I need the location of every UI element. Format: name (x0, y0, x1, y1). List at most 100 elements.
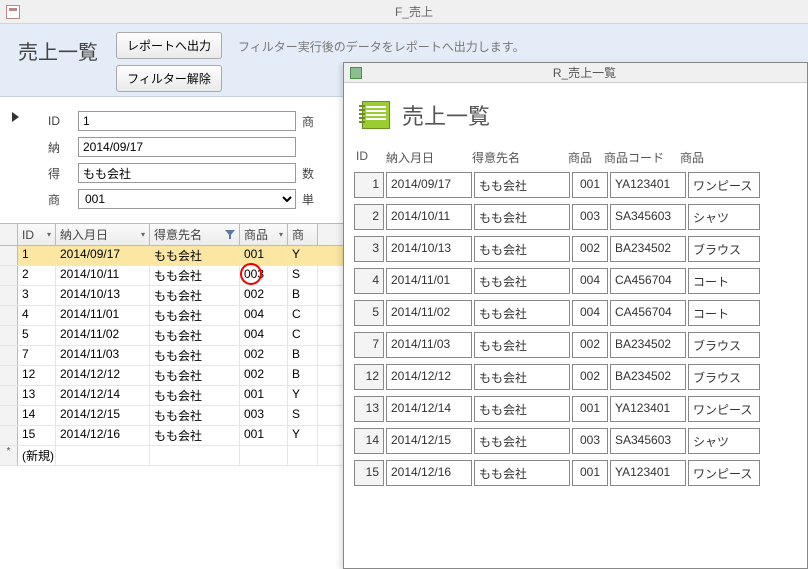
cell-id[interactable]: 4 (18, 306, 56, 325)
cell-cust[interactable]: もも会社 (150, 366, 240, 385)
cell-id[interactable]: 12 (18, 366, 56, 385)
form-title-bar: F_売上 (0, 0, 808, 24)
id-label: ID (48, 114, 78, 128)
cell-date[interactable]: 2014/09/17 (56, 246, 150, 265)
cell-shohin[interactable]: 001 (240, 246, 288, 265)
dropdown-icon[interactable]: ▾ (279, 230, 283, 239)
rcell-sh: 002 (572, 332, 608, 358)
cell-cust[interactable]: もも会社 (150, 386, 240, 405)
col-shohin[interactable]: 商品▾ (240, 224, 288, 245)
row-selector[interactable] (0, 246, 18, 265)
cell-cust[interactable]: もも会社 (150, 326, 240, 345)
rcell-id: 4 (354, 268, 384, 294)
cell-rest[interactable]: S (288, 406, 318, 425)
cell-rest[interactable]: B (288, 346, 318, 365)
cell-id[interactable]: 15 (18, 426, 56, 445)
row-selector[interactable] (0, 406, 18, 425)
cell-cust[interactable]: もも会社 (150, 266, 240, 285)
rcell-cd: BA234502 (610, 364, 686, 390)
select-all-cell[interactable] (0, 224, 18, 245)
cell-rest[interactable]: C (288, 326, 318, 345)
clear-filter-button[interactable]: フィルター解除 (116, 65, 222, 92)
row-selector[interactable] (0, 426, 18, 445)
cell-id[interactable]: 5 (18, 326, 56, 345)
rcell-cust: もも会社 (474, 428, 570, 454)
dropdown-icon[interactable]: ▾ (47, 230, 51, 239)
record-selector-icon[interactable] (12, 112, 20, 124)
cell-shohin[interactable]: 001 (240, 426, 288, 445)
rcell-id: 2 (354, 204, 384, 230)
report-output-button[interactable]: レポートへ出力 (116, 32, 222, 59)
cell-id[interactable]: 3 (18, 286, 56, 305)
cell-rest[interactable]: Y (288, 246, 318, 265)
rcell-name: ブラウス (688, 236, 760, 262)
cell-cust[interactable]: もも会社 (150, 346, 240, 365)
cell-id[interactable]: 13 (18, 386, 56, 405)
rcell-sh: 003 (572, 204, 608, 230)
cell-date[interactable]: 2014/12/14 (56, 386, 150, 405)
row-selector[interactable] (0, 266, 18, 285)
rcell-cd: YA123401 (610, 460, 686, 486)
cell-cust[interactable]: もも会社 (150, 406, 240, 425)
cell-shohin[interactable]: 002 (240, 366, 288, 385)
cell-date[interactable]: 2014/10/13 (56, 286, 150, 305)
rcell-cust: もも会社 (474, 172, 570, 198)
col-cust[interactable]: 得意先名 (150, 224, 240, 245)
id-field[interactable] (78, 111, 296, 131)
cell-shohin[interactable]: 002 (240, 346, 288, 365)
cell-date[interactable]: 2014/12/15 (56, 406, 150, 425)
rcell-date: 2014/10/13 (386, 236, 472, 262)
rcell-cust: もも会社 (474, 460, 570, 486)
cell-shohin[interactable]: 003 (240, 266, 288, 285)
cell-rest[interactable]: S (288, 266, 318, 285)
filter-icon[interactable] (225, 230, 235, 240)
cell-date[interactable]: 2014/12/16 (56, 426, 150, 445)
cell-date[interactable]: 2014/11/01 (56, 306, 150, 325)
cell-date[interactable]: 2014/11/02 (56, 326, 150, 345)
tokui-field[interactable] (78, 163, 296, 183)
new-row-selector[interactable]: * (0, 446, 18, 465)
cell-cust[interactable]: もも会社 (150, 246, 240, 265)
cell-date[interactable]: 2014/10/11 (56, 266, 150, 285)
cell-shohin[interactable]: 002 (240, 286, 288, 305)
rcell-name: コート (688, 300, 760, 326)
cell-cust[interactable]: もも会社 (150, 286, 240, 305)
cell-rest[interactable]: Y (288, 426, 318, 445)
cell-cust[interactable]: もも会社 (150, 426, 240, 445)
cell-shohin[interactable]: 004 (240, 326, 288, 345)
cell-shohin[interactable]: 001 (240, 386, 288, 405)
cell-rest[interactable]: B (288, 366, 318, 385)
row-selector[interactable] (0, 326, 18, 345)
row-selector[interactable] (0, 346, 18, 365)
cell-id[interactable]: 7 (18, 346, 56, 365)
row-selector[interactable] (0, 286, 18, 305)
cell-shohin[interactable]: 004 (240, 306, 288, 325)
cell-cust[interactable]: もも会社 (150, 306, 240, 325)
nounyu-field[interactable] (78, 137, 296, 157)
dropdown-icon[interactable]: ▾ (141, 230, 145, 239)
cell-shohin[interactable]: 003 (240, 406, 288, 425)
cell-id[interactable]: 1 (18, 246, 56, 265)
col-id[interactable]: ID▾ (18, 224, 56, 245)
rcell-sh: 003 (572, 428, 608, 454)
report-title-bar[interactable]: R_売上一覧 (344, 63, 807, 83)
row-selector[interactable] (0, 306, 18, 325)
report-row: 52014/11/02もも会社004CA456704コート (354, 300, 797, 326)
cell-rest[interactable]: Y (288, 386, 318, 405)
cell-date[interactable]: 2014/12/12 (56, 366, 150, 385)
cell-rest[interactable]: B (288, 286, 318, 305)
cell-rest[interactable]: C (288, 306, 318, 325)
rcell-cd: YA123401 (610, 396, 686, 422)
row-selector[interactable] (0, 366, 18, 385)
report-column-headers: ID 納入月日 得意先名 商品 商品コード 商品 (354, 149, 797, 166)
cell-date[interactable]: 2014/11/03 (56, 346, 150, 365)
cell-id[interactable]: 2 (18, 266, 56, 285)
cell-id[interactable]: 14 (18, 406, 56, 425)
shohin-combo[interactable]: 001 (78, 189, 296, 209)
col-date[interactable]: 納入月日▾ (56, 224, 150, 245)
rcol-name: 商品 (678, 149, 750, 166)
row-selector[interactable] (0, 386, 18, 405)
report-body: 売上一覧 ID 納入月日 得意先名 商品 商品コード 商品 12014/09/1… (344, 83, 807, 568)
rcell-id: 5 (354, 300, 384, 326)
col-rest[interactable]: 商 (288, 224, 318, 245)
